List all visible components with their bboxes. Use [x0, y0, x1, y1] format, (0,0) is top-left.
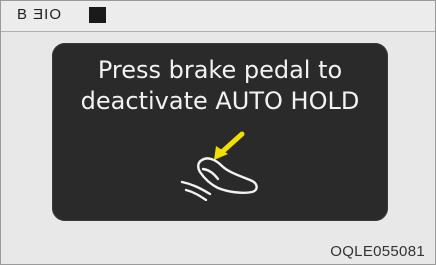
black-square-icon [89, 7, 106, 23]
display-message: Press brake pedal to deactivate AUTO HOL… [80, 56, 360, 115]
figure-frame: B ƎIO Press brake pedal to deactivate AU… [0, 0, 436, 265]
foot-icon [180, 157, 258, 201]
figure-code: OQLE055081 [330, 243, 425, 260]
cluster-display-panel: Press brake pedal to deactivate AUTO HOL… [52, 43, 388, 221]
arrow-icon [214, 131, 245, 160]
header-label: B ƎIO [17, 6, 63, 23]
header-bar: B ƎIO [1, 1, 435, 32]
brake-pedal-foot-icon [180, 131, 258, 201]
